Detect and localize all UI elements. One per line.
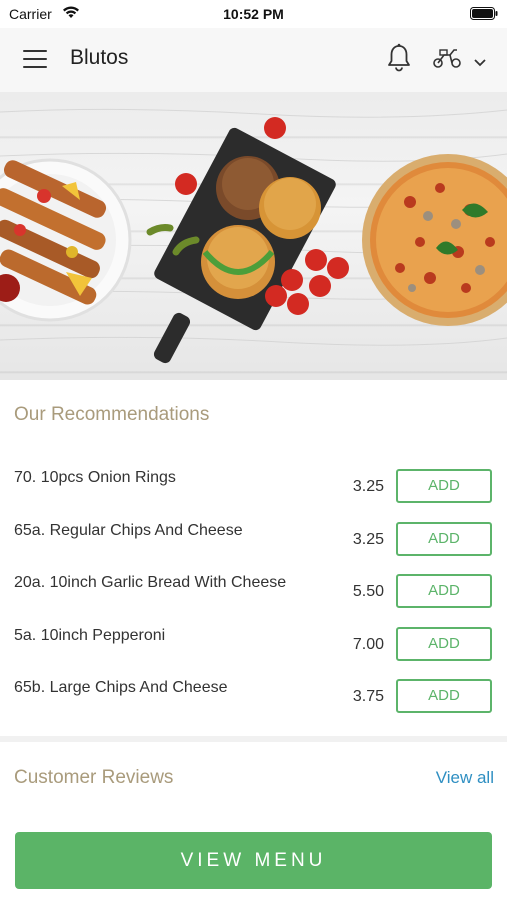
page-title: Blutos — [70, 46, 129, 69]
item-price: 3.25 — [352, 531, 384, 548]
add-button[interactable]: ADD — [396, 469, 492, 503]
item-price: 3.75 — [352, 688, 384, 705]
add-button[interactable]: ADD — [396, 627, 492, 661]
hamburger-menu-icon[interactable] — [23, 50, 47, 70]
view-all-reviews-link[interactable]: View all — [436, 768, 494, 788]
battery-icon — [470, 7, 498, 25]
item-price: 7.00 — [352, 636, 384, 653]
list-item: 20a. 10inch Garlic Bread With Cheese 5.5… — [0, 574, 507, 626]
list-item: 65b. Large Chips And Cheese 3.75 ADD — [0, 679, 507, 731]
reviews-heading: Customer Reviews — [14, 767, 174, 788]
recommendations-heading: Our Recommendations — [14, 404, 210, 425]
item-name: 65a. Regular Chips And Cheese — [14, 522, 243, 539]
list-item: 70. 10pcs Onion Rings 3.25 ADD — [0, 469, 507, 521]
hero-food-banner — [0, 92, 507, 380]
section-divider — [0, 736, 507, 742]
view-menu-button[interactable]: VIEW MENU — [15, 832, 492, 889]
item-price: 5.50 — [352, 583, 384, 600]
list-item: 5a. 10inch Pepperoni 7.00 ADD — [0, 627, 507, 679]
list-item: 65a. Regular Chips And Cheese 3.25 ADD — [0, 522, 507, 574]
hero-food-illustration — [0, 108, 507, 364]
add-button[interactable]: ADD — [396, 522, 492, 556]
delivery-scooter-icon[interactable] — [432, 47, 462, 74]
item-price: 3.25 — [352, 478, 384, 495]
chevron-down-icon[interactable] — [473, 54, 487, 72]
item-name: 70. 10pcs Onion Rings — [14, 469, 176, 486]
add-button[interactable]: ADD — [396, 679, 492, 713]
item-name: 5a. 10inch Pepperoni — [14, 627, 166, 644]
app-header: Blutos — [0, 28, 507, 93]
status-bar: Carrier 10:52 PM — [0, 0, 507, 28]
add-button[interactable]: ADD — [396, 574, 492, 608]
clock: 10:52 PM — [223, 6, 284, 22]
notification-bell-icon[interactable] — [386, 43, 412, 78]
item-name: 20a. 10inch Garlic Bread With Cheese — [14, 574, 287, 591]
item-name: 65b. Large Chips And Cheese — [14, 679, 228, 696]
